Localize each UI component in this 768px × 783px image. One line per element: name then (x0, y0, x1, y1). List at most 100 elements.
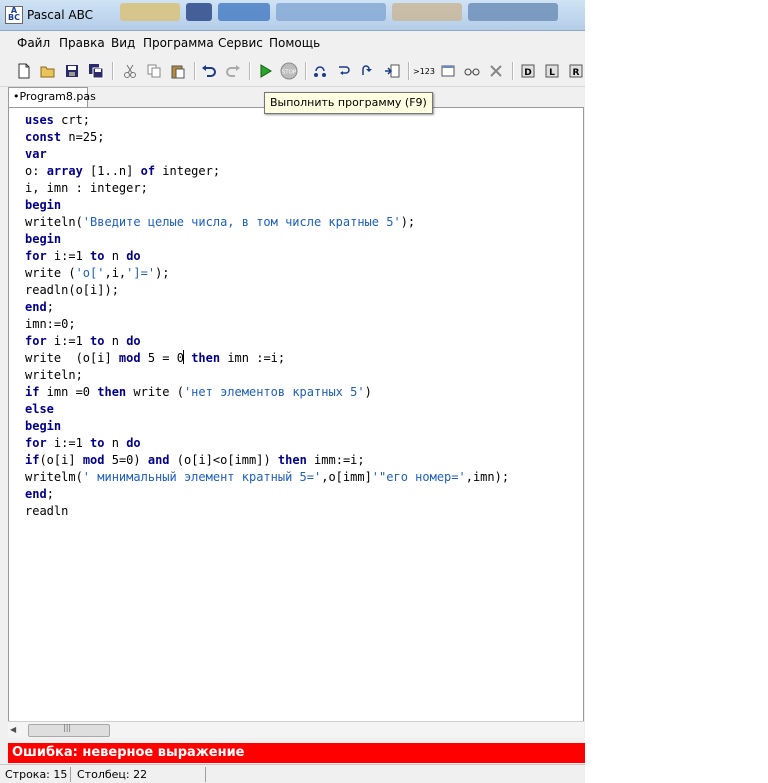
menu-edit[interactable]: Правка (59, 36, 105, 50)
stop-button[interactable]: STOP (279, 61, 299, 81)
svg-text:R: R (573, 68, 580, 78)
window-icon (441, 65, 455, 77)
code-line[interactable]: var (25, 146, 509, 163)
pascal-abc-window: A BC Pascal ABC Файл Правка Вид Программа… (0, 0, 585, 783)
new-file-icon (18, 63, 30, 79)
toolbar: STOP >123 D L R (0, 56, 585, 87)
horizontal-scrollbar[interactable]: ◀ ||| (8, 721, 584, 738)
step-into-button[interactable] (334, 61, 354, 81)
save-button[interactable] (62, 61, 82, 81)
code-line[interactable]: write (o[i] mod 5 = 0 then imn :=i; (25, 350, 509, 367)
save-icon (66, 65, 78, 77)
code-line[interactable]: const n=25; (25, 129, 509, 146)
title-bar: A BC Pascal ABC (0, 0, 585, 31)
undo-button[interactable] (199, 61, 219, 81)
code-line[interactable]: end; (25, 299, 509, 316)
svg-text:L: L (549, 68, 555, 78)
code-line[interactable]: readln(o[i]); (25, 282, 509, 299)
menu-help[interactable]: Помощь (269, 36, 320, 50)
menu-file[interactable]: Файл (17, 36, 50, 50)
window-title: Pascal ABC (27, 8, 94, 22)
app-icon: A BC (5, 6, 23, 24)
step-over-button[interactable] (310, 61, 330, 81)
code-line[interactable]: begin (25, 197, 509, 214)
menu-program[interactable]: Программа (143, 36, 214, 50)
doc-d-icon: D (521, 64, 535, 78)
save-all-icon (89, 64, 104, 79)
status-column: Столбец: 22 (77, 768, 148, 781)
counter-label: >123 (413, 66, 435, 76)
docs-l-button[interactable]: L (542, 61, 562, 81)
error-bar: Ошибка: неверное выражение (8, 743, 585, 763)
copy-icon (147, 64, 161, 78)
toolbar-separator (408, 62, 410, 80)
status-bar: Строка: 15 Столбец: 22 (0, 764, 585, 783)
code-line[interactable]: if imn =0 then write ('нет элементов кра… (25, 384, 509, 401)
code-line[interactable]: begin (25, 231, 509, 248)
code-line[interactable]: end; (25, 486, 509, 503)
code-line[interactable]: for i:=1 to n do (25, 435, 509, 452)
step-over-icon (314, 66, 326, 77)
code-line[interactable]: for i:=1 to n do (25, 333, 509, 350)
toolbar-separator (112, 62, 114, 80)
code-line[interactable]: else (25, 401, 509, 418)
copy-button[interactable] (144, 61, 164, 81)
svg-text:D: D (524, 68, 531, 78)
paste-button[interactable] (168, 61, 188, 81)
toolbar-separator (194, 62, 196, 80)
new-file-button[interactable] (14, 61, 34, 81)
cut-icon (124, 64, 136, 78)
status-line: Строка: 15 (5, 768, 68, 781)
menu-view[interactable]: Вид (111, 36, 135, 50)
code-line[interactable]: imn:=0; (25, 316, 509, 333)
redo-button[interactable] (223, 61, 243, 81)
code-line[interactable]: begin (25, 418, 509, 435)
code-line[interactable]: uses crt; (25, 112, 509, 129)
code-line[interactable]: o: array [1..n] of integer; (25, 163, 509, 180)
error-message: Ошибка: неверное выражение (12, 745, 245, 760)
stop-icon: STOP (280, 62, 298, 80)
svg-text:STOP: STOP (282, 70, 297, 76)
docs-d-button[interactable]: D (518, 61, 538, 81)
code-line[interactable]: writelm(' минимальный элемент кратный 5=… (25, 469, 509, 486)
paste-icon (171, 65, 185, 79)
step-out-button[interactable] (358, 61, 378, 81)
code-text[interactable]: uses crt; const n=25; var o: array [1..n] o… (25, 112, 509, 520)
run-tooltip: Выполнить программу (F9) (264, 92, 433, 114)
code-line[interactable]: if(o[i] mod 5=0) and (o[i]<o[imm]) then … (25, 452, 509, 469)
open-file-button[interactable] (38, 61, 58, 81)
undo-icon (202, 65, 216, 77)
code-line[interactable]: readln (25, 503, 509, 520)
code-line[interactable]: for i:=1 to n do (25, 248, 509, 265)
menu-service[interactable]: Сервис (218, 36, 263, 50)
scroll-left-arrow-icon[interactable]: ◀ (10, 725, 16, 734)
open-folder-icon (40, 66, 55, 78)
step-into-icon (339, 66, 350, 75)
toolbar-separator (512, 62, 514, 80)
run-play-icon (260, 64, 272, 78)
save-all-button[interactable] (86, 61, 106, 81)
menu-bar: Файл Правка Вид Программа Сервис Помощь (0, 31, 585, 55)
cut-button[interactable] (120, 61, 140, 81)
doc-l-icon: L (545, 64, 559, 78)
close-file-button[interactable] (486, 61, 506, 81)
evaluate-button[interactable]: >123 (413, 61, 435, 81)
tab-program8[interactable]: •Program8.pas (8, 87, 96, 107)
run-to-cursor-button[interactable] (382, 61, 402, 81)
watch-button[interactable] (462, 61, 482, 81)
code-line[interactable]: writeln; (25, 367, 509, 384)
status-divider (205, 767, 206, 782)
code-editor[interactable]: uses crt; const n=25; var o: array [1..n] o… (8, 107, 584, 737)
code-line[interactable]: write ('o[',i,']='); (25, 265, 509, 282)
scrollbar-grip-icon: ||| (63, 723, 72, 732)
close-icon (490, 65, 502, 77)
toolbar-separator (305, 62, 307, 80)
code-line[interactable]: writeln('Введите целые числа, в том числ… (25, 214, 509, 231)
code-line[interactable]: i, imn : integer; (25, 180, 509, 197)
step-out-icon (362, 65, 372, 75)
run-button[interactable] (255, 61, 275, 81)
docs-r-button[interactable]: R (566, 61, 585, 81)
run-to-cursor-icon (385, 64, 400, 78)
output-window-button[interactable] (438, 61, 458, 81)
status-divider (70, 767, 71, 782)
